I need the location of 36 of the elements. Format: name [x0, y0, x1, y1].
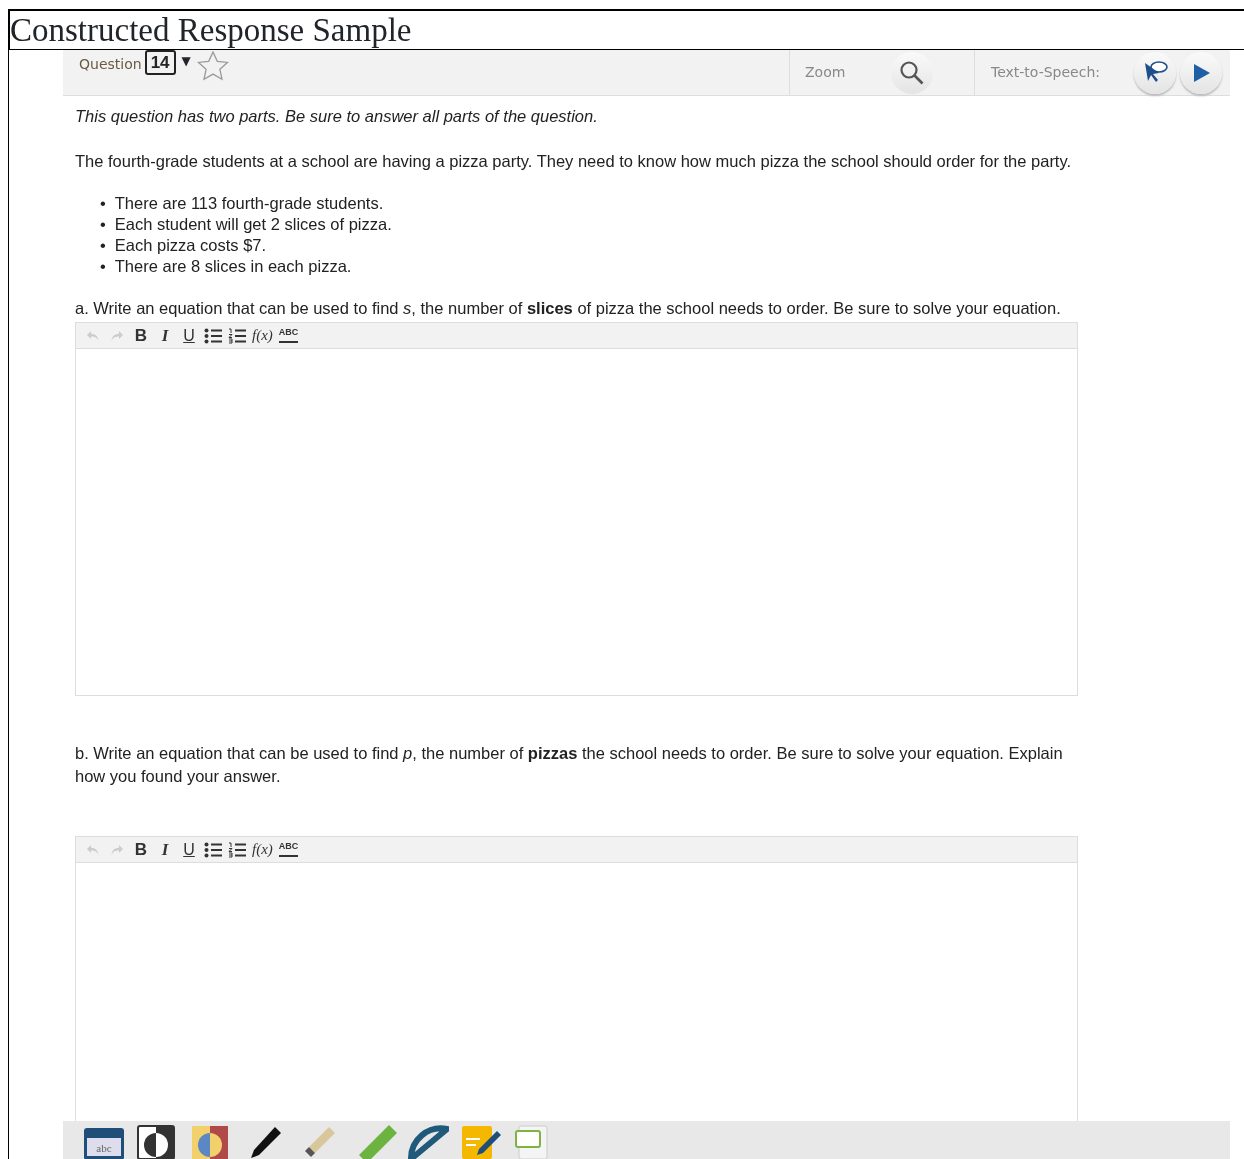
- answer-box[interactable]: B I U f(x) ABC: [75, 836, 1078, 1121]
- fact-item: Each student will get 2 slices of pizza.: [114, 214, 392, 235]
- tts-label: Text-to-Speech:: [991, 63, 1101, 82]
- zoom-label: Zoom: [805, 63, 846, 82]
- question-part-text: a. Write an equation that can be used to find s, the number of slices of pizza the school needs to order. Be sure to solve your equation.: [75, 298, 1062, 319]
- dropdown-arrow[interactable]: ▼: [181, 52, 191, 70]
- underline-button[interactable]: U: [180, 325, 198, 346]
- play-button[interactable]: [1180, 51, 1223, 94]
- italic-button[interactable]: I: [156, 325, 174, 346]
- bullet-mark: •: [100, 256, 106, 277]
- bullet-mark: •: [100, 193, 106, 214]
- bullet-mark: •: [100, 214, 106, 235]
- question-number[interactable]: 14: [144, 50, 176, 75]
- formula-button[interactable]: f(x): [252, 839, 273, 860]
- question-part-text: b. Write an equation that can be used to find p, the number of pizzas the school needs to order. Be sure to solve your equation. Explain how you found your answer.: [75, 743, 1064, 787]
- bold-button[interactable]: B: [132, 839, 150, 860]
- formula-button[interactable]: f(x): [252, 325, 273, 346]
- numbered-list-icon[interactable]: [228, 325, 246, 346]
- instructions-text: This question has two parts. Be sure to answer all parts of the question.: [75, 106, 599, 127]
- search-icon: [899, 59, 926, 86]
- fact-item: Each pizza costs $7.: [114, 235, 267, 256]
- spell-button[interactable]: ABC: [278, 842, 299, 857]
- protractor-icon[interactable]: [407, 1123, 451, 1159]
- numbered-list-icon[interactable]: [228, 839, 246, 860]
- speak-selection-button[interactable]: [1134, 51, 1177, 94]
- fact-item: There are 8 slices in each pizza.: [114, 256, 352, 277]
- answer-box[interactable]: B I U f(x) ABC: [75, 322, 1078, 696]
- italic-button[interactable]: I: [156, 839, 174, 860]
- star-icon[interactable]: [196, 51, 229, 81]
- bold-button[interactable]: B: [132, 325, 150, 346]
- spell-button[interactable]: ABC: [278, 328, 299, 343]
- question-text: The fourth-grade students at a school are having a pizza party. They need to know how much pizza the school should order for the party.: [75, 151, 1073, 172]
- bullet-mark: •: [100, 235, 106, 256]
- fact-item: There are 113 fourth-grade students.: [114, 193, 384, 214]
- question-label: Question: [79, 55, 142, 74]
- underline-button[interactable]: U: [180, 839, 198, 860]
